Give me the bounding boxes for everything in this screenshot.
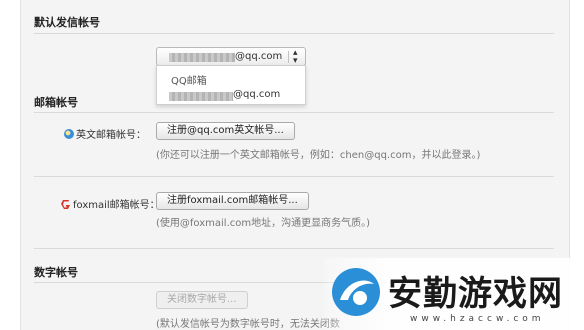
close-digital-account-button[interactable]: 关闭数字帐号... xyxy=(156,291,248,309)
qq-mail-icon xyxy=(64,129,74,139)
section-title-digital-account: 数字帐号 xyxy=(34,266,78,279)
register-foxmail-account-button[interactable]: 注册foxmail.com邮箱帐号... xyxy=(156,192,309,210)
section-divider xyxy=(34,176,554,177)
section-title-mailbox-accounts: 邮箱帐号 xyxy=(34,96,78,109)
foxmail-icon xyxy=(61,200,70,209)
option-label: @qq.com xyxy=(233,89,281,100)
watermark-text: 安勤游戏网 xyxy=(388,274,563,314)
select-separator xyxy=(288,51,289,63)
foxmail-account-label-row: foxmail邮箱帐号： xyxy=(60,196,160,211)
section-divider xyxy=(34,112,554,113)
english-account-label-row: 英文邮箱帐号： xyxy=(64,126,146,141)
redacted-username xyxy=(169,92,233,101)
updown-arrow-icon: ▴ ▾ xyxy=(293,48,298,66)
section-divider xyxy=(34,33,554,34)
foxmail-account-hint: (使用@foxmail.com地址，沟通更显商务气质。) xyxy=(156,218,371,229)
english-account-label: 英文邮箱帐号： xyxy=(76,130,146,141)
sender-account-dropdown: QQ邮箱 @qq.com xyxy=(156,65,306,105)
foxmail-account-label: foxmail邮箱帐号： xyxy=(73,200,160,211)
digital-account-hint: (默认发信帐号为数字帐号时，无法关闭数 xyxy=(156,319,340,330)
redacted-username xyxy=(169,53,235,62)
watermark-logo xyxy=(332,268,380,316)
english-account-hint: (你还可以注册一个英文邮箱帐号，例如：chen@qq.com，并以此登录。) xyxy=(156,150,481,161)
select-value: @qq.com xyxy=(235,51,283,62)
watermark-url: www.hzaccw.com xyxy=(410,314,545,324)
section-title-default-sender: 默认发信帐号 xyxy=(34,16,100,29)
dropdown-group-label: QQ邮箱 xyxy=(171,76,207,87)
register-english-account-button[interactable]: 注册@qq.com英文帐号... xyxy=(156,122,295,140)
sender-account-select[interactable]: @qq.com ▴ ▾ xyxy=(156,47,306,66)
section-divider xyxy=(34,248,554,249)
